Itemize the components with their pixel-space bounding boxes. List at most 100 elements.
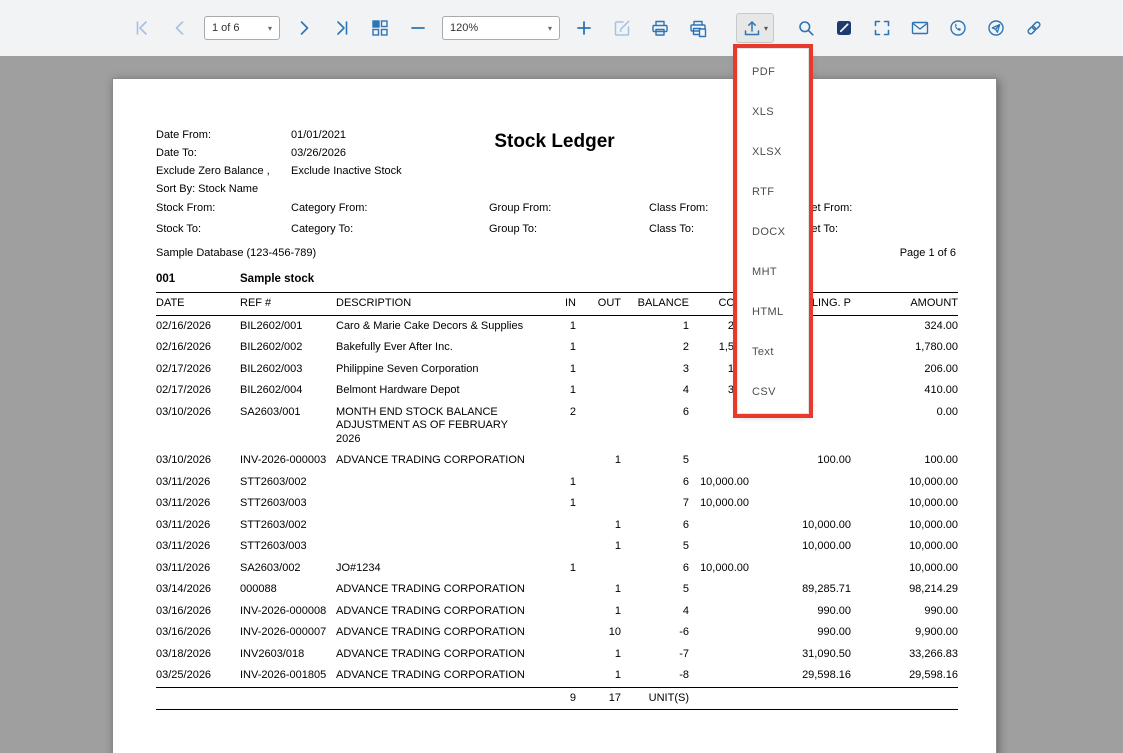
telegram-button[interactable] [982, 13, 1010, 43]
cell-out: 1 [614, 604, 621, 617]
zoom-selector[interactable]: 120% ▾ [442, 16, 560, 40]
chevron-left-icon [170, 18, 190, 38]
cell-amount: 0.00 [936, 405, 958, 418]
column-header-ref: REF # [240, 297, 272, 309]
table-row: 02/17/2026 BIL2602/003 Philippine Seven Co… [156, 359, 958, 381]
cell-balance: 2 [682, 341, 689, 353]
cell-description: Philippine Seven Corporation [336, 362, 479, 375]
cell-cost: 10,000.00 [700, 561, 749, 574]
print-page-button[interactable] [684, 13, 712, 43]
export-menu-item-rtf[interactable]: RTF [738, 172, 808, 212]
cell-description [336, 540, 531, 554]
cell-ref: INV-2026-000003 [240, 454, 327, 466]
edit-button[interactable] [608, 13, 636, 43]
cell-date: 03/11/2026 [156, 475, 211, 488]
cell-date: 02/17/2026 [156, 362, 212, 375]
group-header-row: 001 Sample stock [156, 273, 958, 285]
pencil-edit-icon [612, 18, 632, 38]
cell-date: 02/16/2026 [156, 319, 212, 332]
cell-in: 1 [569, 341, 576, 353]
table-row: 03/11/2026 STT2603/002 1 6 10,000.00 10,000.0… [156, 472, 958, 494]
cell-amount: 206.00 [924, 362, 958, 375]
class-from-label: Class From: [649, 202, 709, 214]
print-button[interactable] [646, 13, 674, 43]
page-selector[interactable]: 1 of 6 ▾ [204, 16, 280, 40]
export-menu-item-html[interactable]: HTML [738, 292, 808, 332]
table-row: 02/17/2026 BIL2602/004 Belmont Hardware De… [156, 380, 958, 402]
document-edit-button[interactable] [830, 13, 858, 43]
printer-page-icon [688, 18, 708, 38]
cell-out: 1 [614, 669, 621, 681]
fullscreen-button[interactable] [868, 13, 896, 43]
cell-out [576, 406, 621, 447]
table-row: 03/11/2026 SA2603/002 JO#1234 1 6 10,000.00 10… [156, 558, 958, 580]
cell-out: 1 [614, 540, 621, 552]
cell-in [531, 669, 576, 683]
cell-selling-price [749, 497, 851, 511]
cell-date: 02/17/2026 [156, 384, 212, 396]
export-menu-item-docx[interactable]: DOCX [738, 212, 808, 252]
cell-out: 1 [614, 583, 621, 595]
next-page-button[interactable] [290, 13, 318, 43]
cell-balance: 4 [682, 604, 689, 617]
cell-amount: 10,000.00 [909, 540, 958, 552]
export-button[interactable]: ▾ [736, 13, 775, 43]
export-menu-item-mht[interactable]: MHT [738, 252, 808, 292]
cell-ref: 000088 [240, 583, 277, 595]
previous-page-button[interactable] [166, 13, 194, 43]
zoom-in-button[interactable] [570, 13, 598, 43]
export-menu-item-xls[interactable]: XLS [738, 92, 808, 132]
cell-description [336, 519, 531, 533]
cell-out [576, 341, 621, 355]
email-button[interactable] [906, 13, 934, 43]
cell-amount: 9,900.00 [915, 626, 958, 638]
export-menu-item-text[interactable]: Text [738, 332, 808, 372]
cell-ref: INV2603/018 [240, 647, 305, 660]
column-header-description: DESCRIPTION [336, 297, 412, 309]
cell-ref: BIL2602/002 [240, 341, 303, 353]
cell-selling-price: 10,000.00 [802, 518, 851, 531]
column-header-date: DATE [156, 297, 185, 309]
table-header-row: DATE REF # DESCRIPTION IN OUT BALANCE CO… [156, 292, 958, 316]
whatsapp-button[interactable] [944, 13, 972, 43]
cell-out [576, 363, 621, 377]
export-menu-item-csv[interactable]: CSV [738, 372, 808, 412]
cell-cost: 10,000.00 [700, 497, 749, 509]
cell-description: Caro & Marie Cake Decors & Supplies [336, 319, 524, 332]
last-page-button[interactable] [328, 13, 356, 43]
export-menu-item-xlsx[interactable]: XLSX [738, 132, 808, 172]
cell-amount: 10,000.00 [909, 475, 958, 488]
cell-out [576, 476, 621, 490]
exclude-inactive-stock-label: Exclude Inactive Stock [291, 165, 402, 177]
cell-out [576, 384, 621, 398]
cell-selling-price: 10,000.00 [802, 540, 851, 552]
zoom-out-button[interactable] [404, 13, 432, 43]
group-from-label: Group From: [489, 202, 552, 214]
cell-in [531, 626, 576, 640]
cell-ref: STT2603/003 [240, 540, 307, 552]
cell-date: 03/11/2026 [156, 497, 211, 509]
first-page-button[interactable] [128, 13, 156, 43]
cell-ref: BIL2602/004 [240, 384, 303, 396]
preview-area[interactable]: Stock Ledger Date From: 01/01/2021 Date … [0, 56, 1123, 753]
cell-cost [689, 669, 749, 683]
multipage-view-button[interactable] [366, 13, 394, 43]
table-row: 03/11/2026 STT2603/003 1 7 10,000.00 10,000.0… [156, 493, 958, 515]
cell-ref: INV-2026-001805 [240, 669, 327, 681]
cell-ref: BIL2602/003 [240, 362, 303, 375]
cell-cost [689, 648, 749, 662]
group-code: 001 [156, 273, 176, 285]
cell-selling-price: 29,598.16 [802, 669, 851, 681]
cell-date: 03/11/2026 [156, 561, 211, 574]
cell-description: ADVANCE TRADING CORPORATION [336, 626, 525, 638]
database-label: Sample Database (123-456-789) [156, 247, 317, 259]
export-menu-item-pdf[interactable]: PDF [738, 52, 808, 92]
cell-ref: SA2603/001 [240, 405, 301, 418]
cell-in [531, 648, 576, 662]
class-to-label: Class To: [649, 223, 695, 235]
cell-balance: -8 [679, 669, 689, 681]
search-button[interactable] [792, 13, 820, 43]
page-number-label: Page 1 of 6 [899, 247, 956, 259]
date-from-value: 01/01/2021 [291, 129, 347, 141]
copy-link-button[interactable] [1020, 13, 1048, 43]
